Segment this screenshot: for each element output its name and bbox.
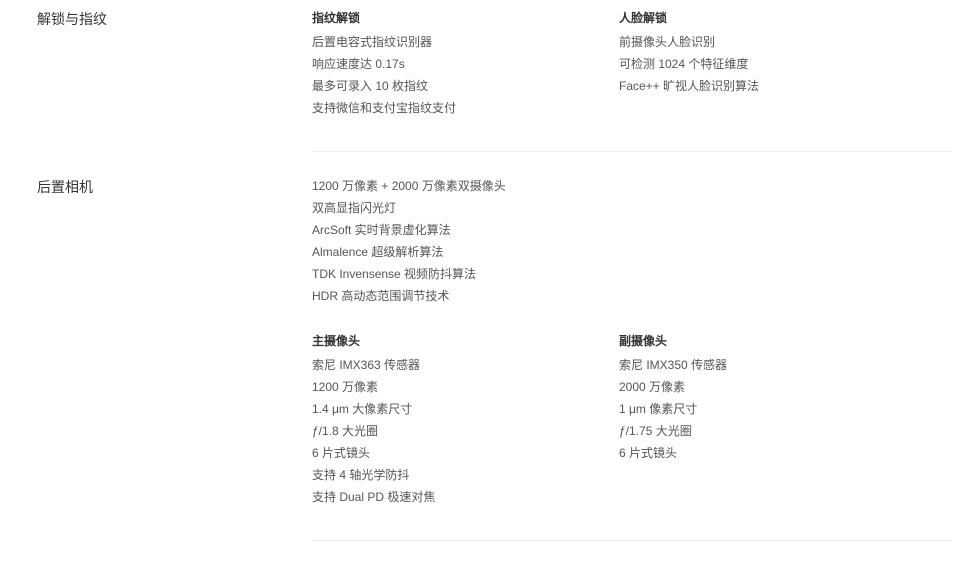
section-divider [312,540,952,541]
spec-line: 6 片式镜头 [619,446,678,460]
spec-line: 可检测 1024 个特征维度 [619,57,749,71]
spec-line: 1200 万像素 [312,380,379,394]
feature-line: Almalence 超级解析算法 [312,245,444,259]
sub-camera-heading: 副摄像头 [619,334,668,348]
fingerprint-unlock-heading: 指纹解锁 [312,11,361,25]
spec-line: 索尼 IMX363 传感器 [312,358,421,372]
spec-line: 支持 Dual PD 极速对焦 [312,490,436,504]
spec-line: 1 μm 像素尺寸 [619,402,698,416]
spec-line: 前摄像头人脸识别 [619,35,716,49]
spec-line: ƒ/1.75 大光圈 [619,424,692,438]
main-camera-heading: 主摄像头 [312,334,361,348]
feature-line: ArcSoft 实时背景虚化算法 [312,223,451,237]
spec-line: 6 片式镜头 [312,446,371,460]
rear-camera-features: 1200 万像素 + 2000 万像素双摄像头 双高显指闪光灯 ArcSoft … [312,175,612,307]
section-divider [312,151,952,152]
spec-line: 后置电容式指纹识别器 [312,35,433,49]
section-title-unlock: 解锁与指纹 [37,11,107,27]
spec-line: 响应速度达 0.17s [312,57,405,71]
spec-line: 1.4 μm 大像素尺寸 [312,402,413,416]
spec-line: Face++ 旷视人脸识别算法 [619,79,760,93]
feature-line: TDK Invensense 视频防抖算法 [312,267,477,281]
spec-line: 最多可录入 10 枚指纹 [312,79,429,93]
feature-line: 双高显指闪光灯 [312,201,397,215]
spec-line: 索尼 IMX350 传感器 [619,358,728,372]
face-unlock-heading: 人脸解锁 [619,11,668,25]
feature-line: HDR 高动态范围调节技术 [312,289,450,303]
spec-line: 支持 4 轴光学防抖 [312,468,410,482]
face-unlock-column: 人脸解锁 前摄像头人脸识别 可检测 1024 个特征维度 Face++ 旷视人脸… [619,9,919,97]
main-camera-column: 主摄像头 索尼 IMX363 传感器 1200 万像素 1.4 μm 大像素尺寸… [312,332,612,508]
section-title-rear-camera: 后置相机 [37,179,93,195]
spec-line: 2000 万像素 [619,380,686,394]
feature-line: 1200 万像素 + 2000 万像素双摄像头 [312,179,506,193]
sub-camera-column: 副摄像头 索尼 IMX350 传感器 2000 万像素 1 μm 像素尺寸 ƒ/… [619,332,919,464]
spec-line: 支持微信和支付宝指纹支付 [312,101,457,115]
spec-line: ƒ/1.8 大光圈 [312,424,379,438]
fingerprint-unlock-column: 指纹解锁 后置电容式指纹识别器 响应速度达 0.17s 最多可录入 10 枚指纹… [312,9,612,119]
